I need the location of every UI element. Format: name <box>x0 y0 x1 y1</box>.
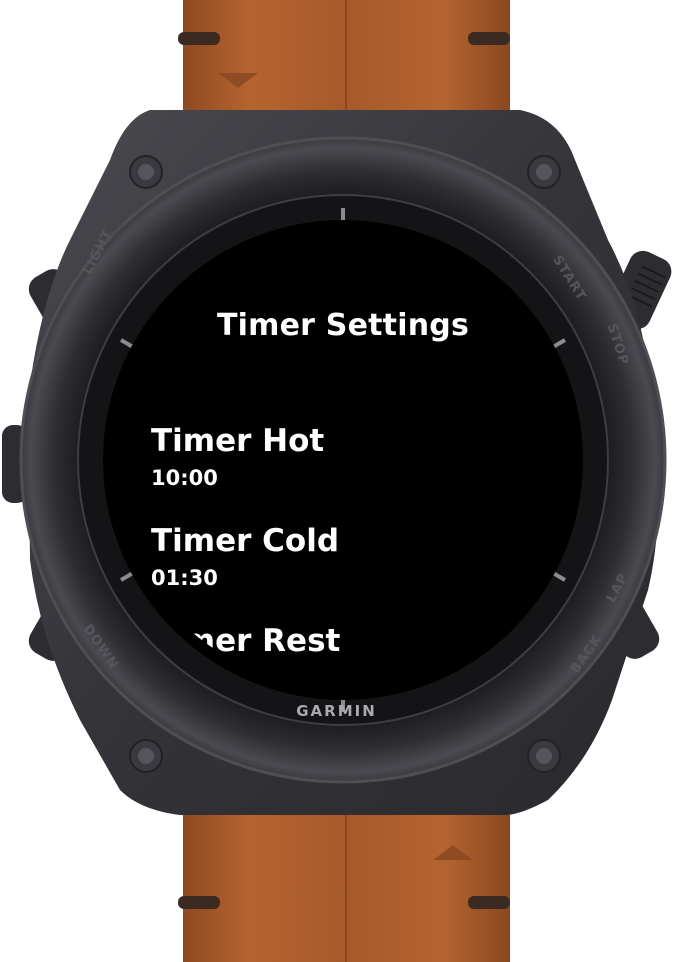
screen-viewport: Timer Settings Timer Hot 10:00 Timer Col… <box>113 233 573 688</box>
menu-item-timer-cold[interactable]: Timer Cold 01:30 <box>151 523 531 593</box>
screw-icon <box>129 155 163 189</box>
menu-item-label: Timer Rest <box>151 623 341 659</box>
menu-item-timer-rest[interactable]: Timer Rest <box>151 623 531 663</box>
brand-logo: GARMIN <box>296 702 377 720</box>
screw-icon <box>527 739 561 773</box>
screw-icon <box>527 155 561 189</box>
page-title: Timer Settings <box>217 308 469 343</box>
menu-item-value: 01:30 <box>151 566 218 590</box>
menu-item-label: Timer Cold <box>151 523 340 559</box>
menu-item-label: Timer Hot <box>151 423 325 459</box>
screw-icon <box>129 739 163 773</box>
menu-item-value: 10:00 <box>151 466 218 490</box>
menu-item-timer-hot[interactable]: Timer Hot 10:00 <box>151 423 531 493</box>
